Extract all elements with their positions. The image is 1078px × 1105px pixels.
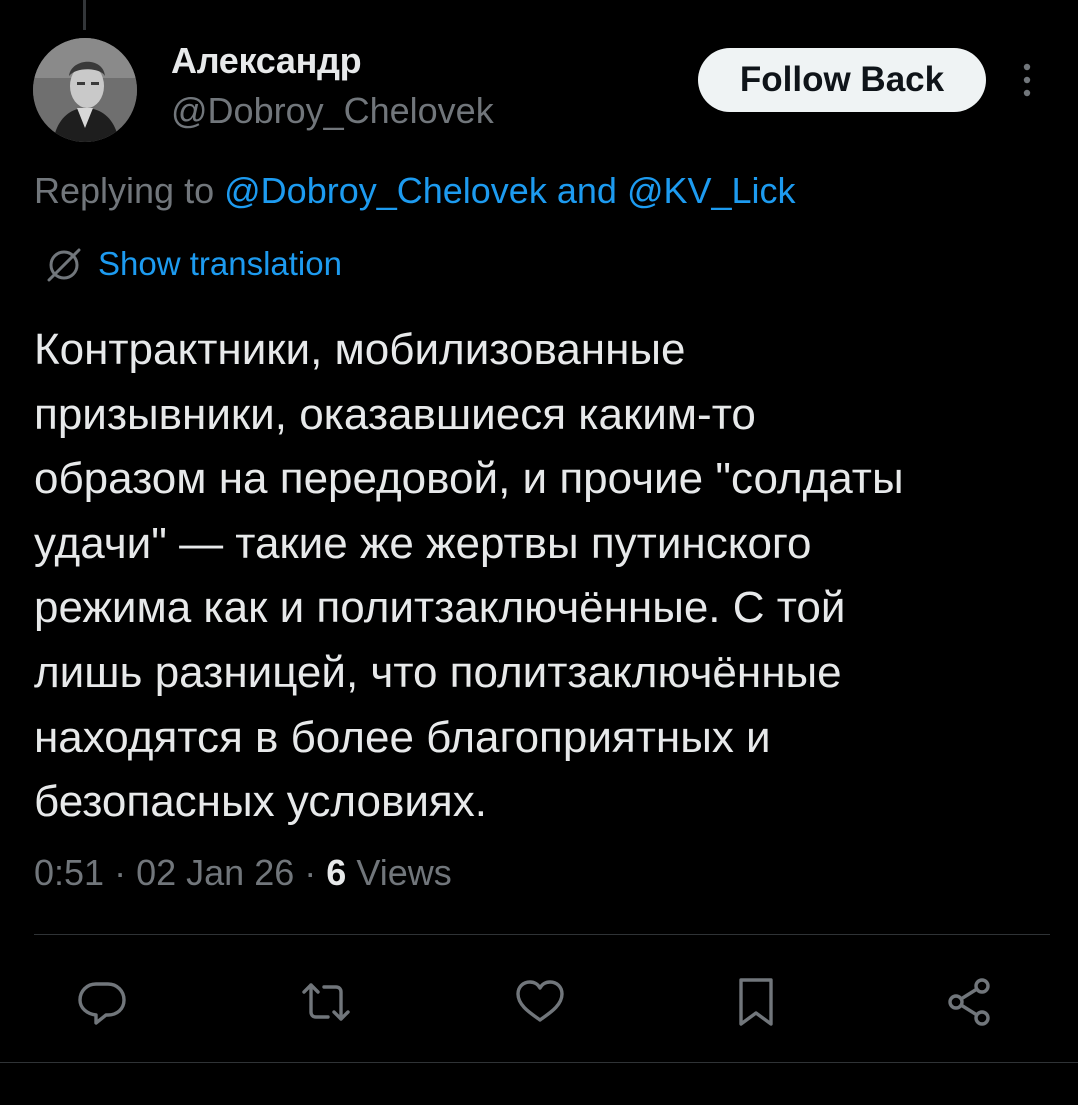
reply-button[interactable] (74, 974, 130, 1030)
share-icon (948, 978, 990, 1026)
thread-connector-line (83, 0, 86, 30)
tweet-date[interactable]: 02 Jan 26 (136, 852, 294, 893)
meta-separator: · (114, 852, 127, 893)
show-translation-button[interactable]: Show translation (44, 240, 342, 288)
tweet-text-line: удачи" — такие же жертвы путинского (34, 518, 812, 568)
tweet-text-line: безопасных условиях. (34, 777, 487, 827)
retweet-icon (302, 983, 350, 1021)
tweet-text-line: Контрактники, мобилизованные (34, 325, 686, 374)
avatar-image (33, 38, 137, 142)
divider (0, 1062, 1078, 1063)
show-translation-label: Show translation (98, 245, 342, 282)
replying-to-connector: and (556, 170, 617, 211)
mention-link[interactable]: @Dobroy_Chelovek (224, 170, 547, 211)
tweet-text-line: призывники, оказавшиеся каким-то (34, 389, 756, 439)
tweet-text-line: лишь разницей, что политзаключённые (34, 647, 842, 697)
bookmark-button[interactable] (728, 974, 784, 1030)
divider (34, 934, 1050, 935)
tweet-time[interactable]: 0:51 (34, 852, 104, 893)
translate-icon (47, 248, 81, 282)
replying-to-prefix: Replying to (34, 170, 215, 211)
tweet-text: Контрактники, мобилизованные призывники,… (34, 318, 1044, 835)
tweet-text-line: образом на передовой, и прочие "солдаты (34, 454, 904, 504)
avatar[interactable] (33, 38, 137, 142)
tweet-meta: 0:51 · 02 Jan 26 · 6 Views (34, 852, 452, 894)
tweet-text-line: режима как и политзаключённые. С той (34, 583, 846, 633)
retweet-button[interactable] (298, 974, 354, 1030)
follow-back-button[interactable]: Follow Back (698, 48, 986, 112)
author-handle[interactable]: @Dobroy_Chelovek (171, 90, 494, 132)
reply-icon (78, 982, 126, 1025)
more-vertical-icon[interactable] (1012, 60, 1042, 100)
views-label: Views (356, 852, 452, 893)
share-button[interactable] (942, 974, 998, 1030)
author-name[interactable]: Александр (171, 40, 362, 82)
like-button[interactable] (512, 974, 568, 1030)
meta-separator: · (304, 852, 317, 893)
bookmark-icon (739, 978, 773, 1026)
replying-to: Replying to @Dobroy_Chelovek and @KV_Lic… (34, 170, 796, 212)
like-icon (516, 980, 564, 1022)
mention-link[interactable]: @KV_Lick (627, 170, 796, 211)
views-count: 6 (326, 852, 347, 893)
tweet-text-line: находятся в более благоприятных и (34, 712, 771, 762)
